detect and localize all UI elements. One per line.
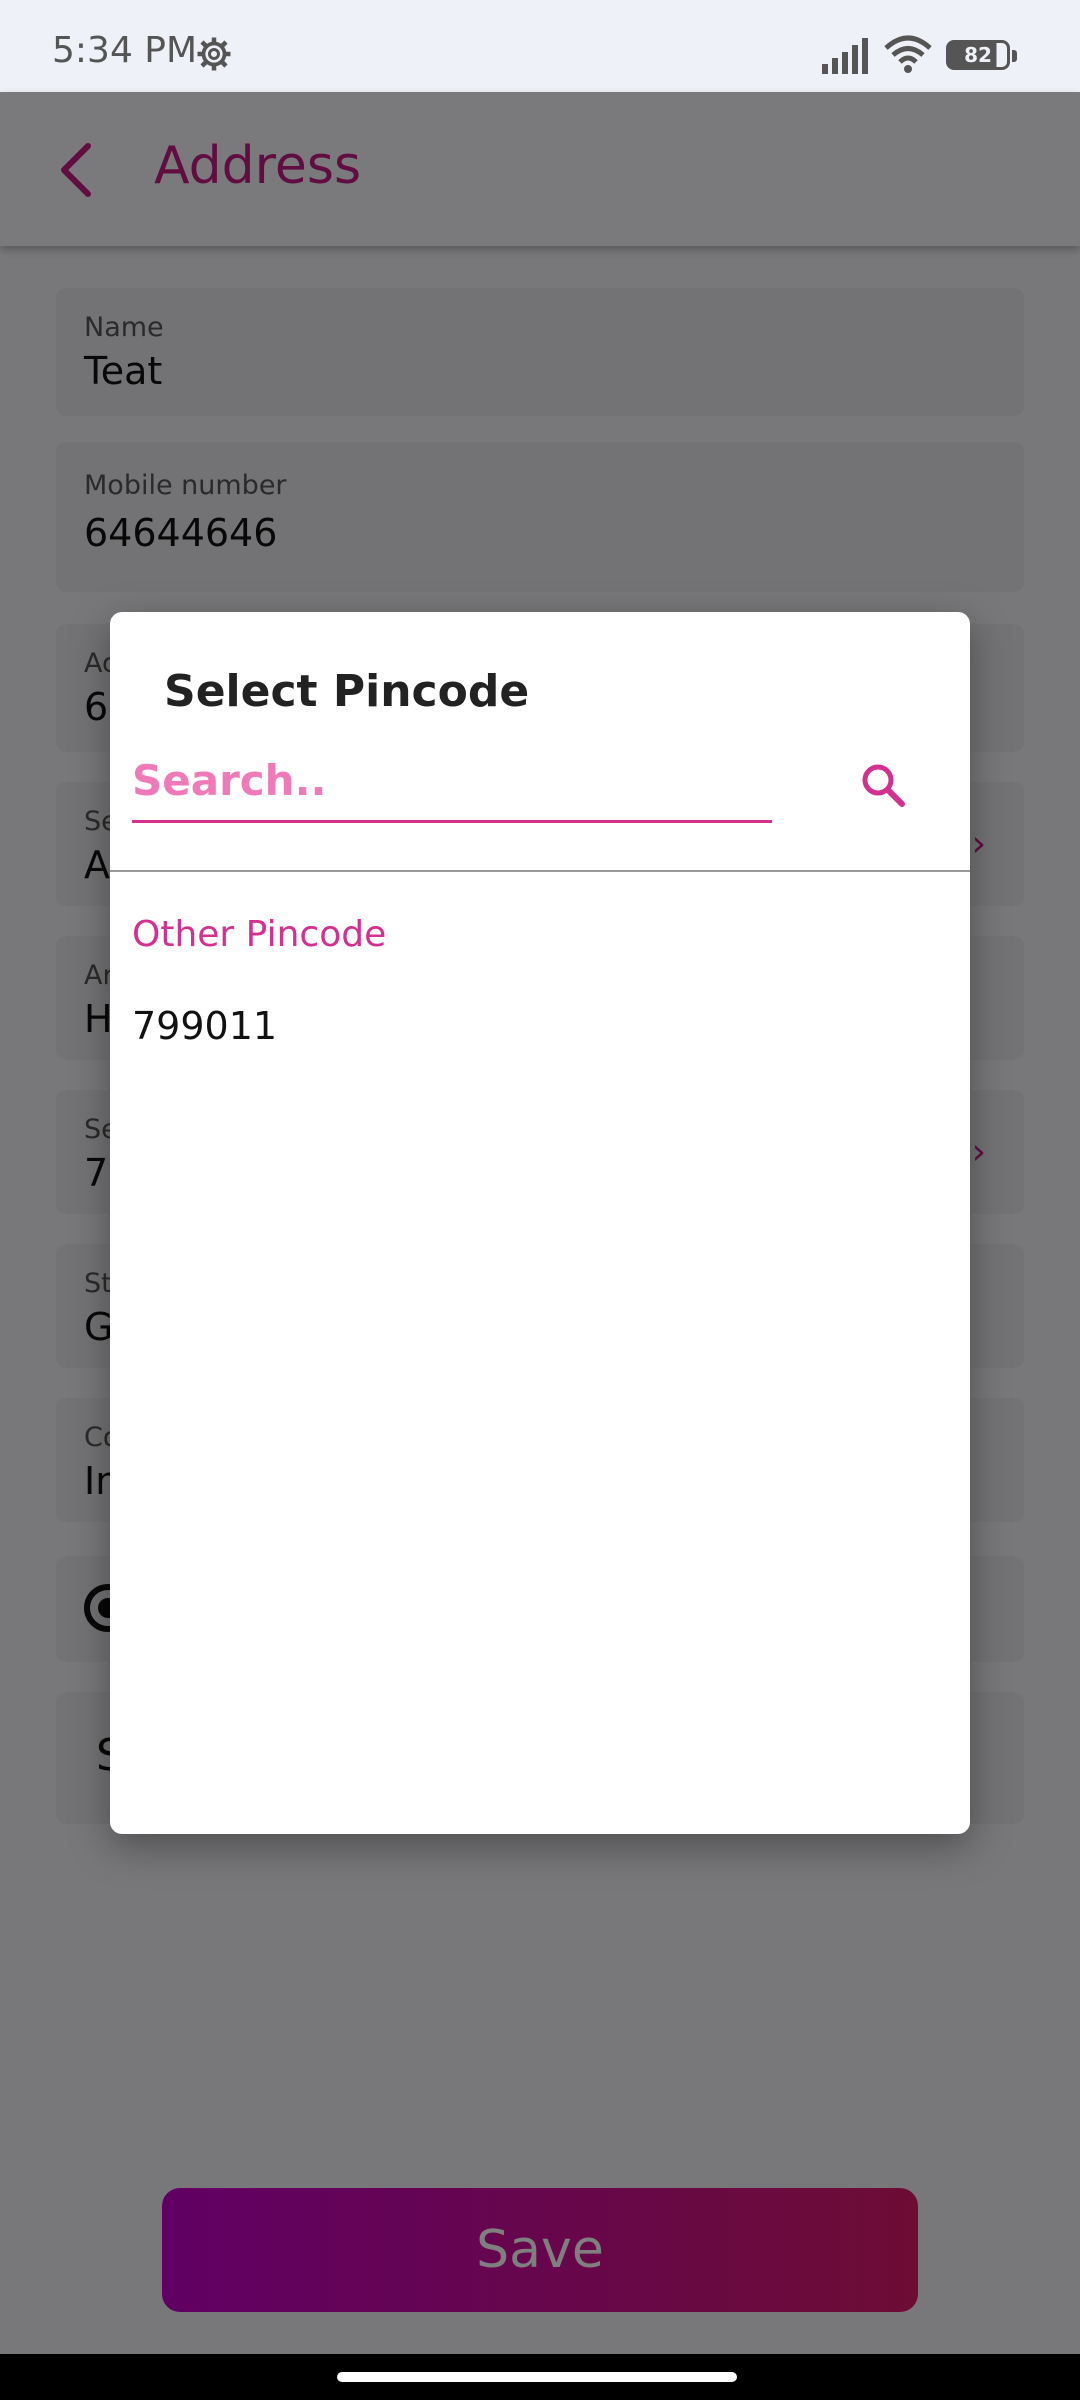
navigation-bar	[0, 2354, 1080, 2400]
search-input[interactable]	[132, 752, 772, 823]
divider	[110, 870, 970, 872]
search-icon[interactable]	[858, 760, 908, 810]
home-handle[interactable]	[337, 2372, 737, 2382]
wifi-icon	[884, 35, 932, 73]
pincode-list-item[interactable]: 799011	[132, 1004, 277, 1048]
battery-level: 82	[964, 43, 992, 67]
section-title: Other Pincode	[132, 914, 387, 955]
signal-icon	[822, 38, 868, 74]
dialog-title: Select Pincode	[164, 666, 530, 717]
gear-icon	[197, 37, 231, 71]
status-time: 5:34 PM	[52, 30, 198, 71]
select-pincode-dialog: Select Pincode Other Pincode 799011	[110, 612, 970, 1834]
battery-icon: 82	[946, 40, 1010, 70]
status-bar: 5:34 PM 82	[0, 0, 1080, 92]
battery-tip	[1012, 50, 1017, 62]
